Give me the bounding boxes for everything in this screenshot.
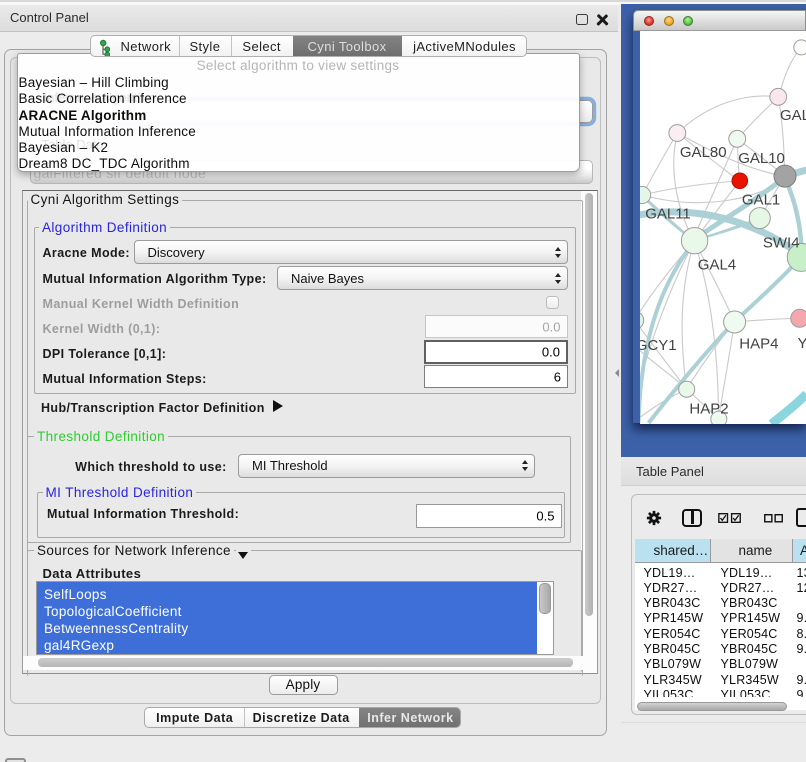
svg-text:HAP4: HAP4 <box>739 336 778 353</box>
svg-text:HAP2: HAP2 <box>689 401 728 418</box>
svg-text:Y: Y <box>797 335 806 352</box>
svg-text:GAL7: GAL7 <box>780 107 806 124</box>
svg-text:GCY1: GCY1 <box>640 337 677 354</box>
svg-text:GAL80: GAL80 <box>679 144 726 161</box>
svg-text:SWI4: SWI4 <box>762 235 799 252</box>
svg-text:GAL1: GAL1 <box>741 192 779 209</box>
svg-text:GAL10: GAL10 <box>738 150 785 167</box>
svg-text:GAL4: GAL4 <box>697 257 735 274</box>
svg-text:GAL11: GAL11 <box>645 206 691 223</box>
